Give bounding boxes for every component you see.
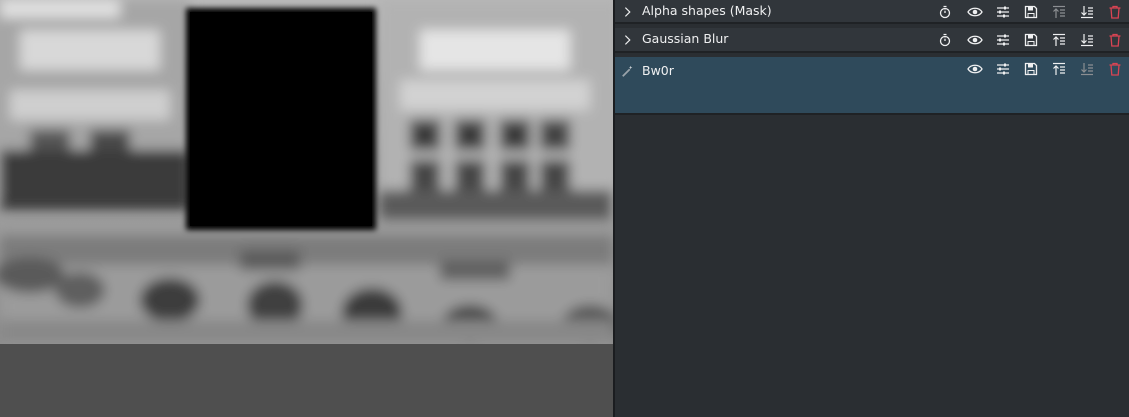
eye-icon[interactable] bbox=[965, 30, 985, 50]
move-up-icon[interactable] bbox=[1049, 59, 1069, 79]
effect-toolbar bbox=[615, 59, 1129, 79]
sliders-icon[interactable] bbox=[993, 59, 1013, 79]
move-up-icon[interactable] bbox=[1049, 2, 1069, 22]
effect-toolbar bbox=[615, 2, 1129, 22]
editor-window: Alpha shapes (Mask) Gaussian Blur Bw0r bbox=[0, 0, 1129, 417]
trash-icon[interactable] bbox=[1105, 30, 1125, 50]
effect-row-alpha-shapes[interactable]: Alpha shapes (Mask) bbox=[615, 0, 1129, 24]
eye-icon[interactable] bbox=[965, 2, 985, 22]
effect-stack-empty-area[interactable] bbox=[615, 117, 1129, 417]
floppy-save-icon[interactable] bbox=[1021, 30, 1041, 50]
move-down-icon[interactable] bbox=[1077, 30, 1097, 50]
floppy-save-icon[interactable] bbox=[1021, 2, 1041, 22]
effect-row-bw0r[interactable]: Bw0r bbox=[615, 57, 1129, 115]
video-preview-panel bbox=[0, 0, 613, 417]
trash-icon[interactable] bbox=[1105, 2, 1125, 22]
effect-toolbar bbox=[615, 30, 1129, 50]
preview-frame[interactable] bbox=[0, 0, 613, 344]
stopwatch-icon[interactable] bbox=[935, 2, 955, 22]
floppy-save-icon[interactable] bbox=[1021, 59, 1041, 79]
move-down-icon[interactable] bbox=[1077, 59, 1097, 79]
effect-stack-panel: Alpha shapes (Mask) Gaussian Blur Bw0r bbox=[615, 0, 1129, 417]
move-down-icon[interactable] bbox=[1077, 2, 1097, 22]
eye-icon[interactable] bbox=[965, 59, 985, 79]
move-up-icon[interactable] bbox=[1049, 30, 1069, 50]
stopwatch-icon[interactable] bbox=[935, 30, 955, 50]
preview-image bbox=[0, 0, 613, 344]
sliders-icon[interactable] bbox=[993, 2, 1013, 22]
effect-row-gaussian-blur[interactable]: Gaussian Blur bbox=[615, 28, 1129, 53]
sliders-icon[interactable] bbox=[993, 30, 1013, 50]
trash-icon[interactable] bbox=[1105, 59, 1125, 79]
